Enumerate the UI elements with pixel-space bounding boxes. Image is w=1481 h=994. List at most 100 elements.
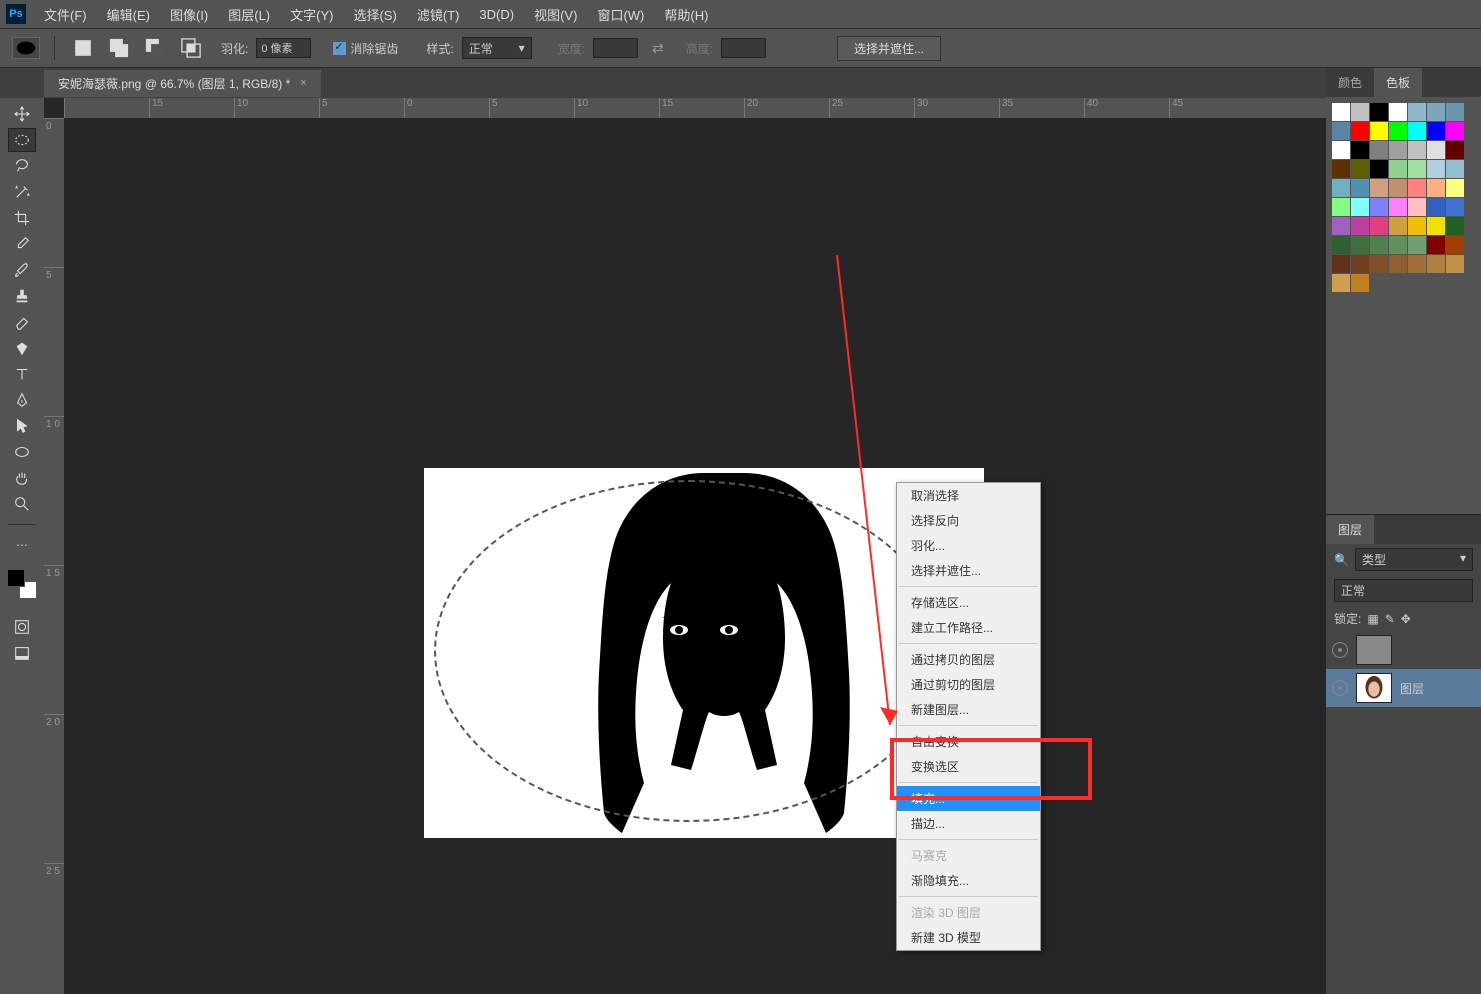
swatch[interactable] [1351, 198, 1369, 216]
swatch[interactable] [1408, 198, 1426, 216]
swatch[interactable] [1332, 236, 1350, 254]
zoom-tool[interactable] [8, 492, 36, 516]
screenmode-icon[interactable] [8, 641, 36, 665]
swatch[interactable] [1408, 179, 1426, 197]
swatch[interactable] [1427, 122, 1445, 140]
swatch[interactable] [1446, 255, 1464, 273]
swatch[interactable] [1427, 198, 1445, 216]
menu-3d[interactable]: 3D(D) [469, 3, 524, 26]
swatch[interactable] [1370, 122, 1388, 140]
brush-tool[interactable] [8, 258, 36, 282]
tab-color[interactable]: 颜色 [1326, 68, 1374, 97]
swatch[interactable] [1370, 103, 1388, 121]
pen-tool[interactable] [8, 388, 36, 412]
swatch[interactable] [1370, 179, 1388, 197]
menu-help[interactable]: 帮助(H) [654, 1, 718, 28]
select-mask-button[interactable]: 选择并遮住... [837, 36, 941, 61]
swatch[interactable] [1351, 217, 1369, 235]
ctx-free-transform[interactable]: 自由变换 [897, 729, 1040, 754]
swatch[interactable] [1408, 236, 1426, 254]
swatch[interactable] [1408, 255, 1426, 273]
swatch[interactable] [1351, 274, 1369, 292]
ctx-layer-cut[interactable]: 通过剪切的图层 [897, 672, 1040, 697]
selmode-add-icon[interactable] [105, 37, 133, 59]
swatch[interactable] [1446, 103, 1464, 121]
ctx-deselect[interactable]: 取消选择 [897, 483, 1040, 508]
feather-input[interactable] [256, 38, 311, 58]
swatch[interactable] [1446, 141, 1464, 159]
swatch[interactable] [1389, 255, 1407, 273]
tab-swatches[interactable]: 色板 [1374, 68, 1422, 97]
ctx-new-3d[interactable]: 新建 3D 模型 [897, 925, 1040, 950]
layer-row[interactable] [1326, 631, 1481, 669]
menu-filter[interactable]: 滤镜(T) [407, 1, 470, 28]
gradient-tool[interactable] [8, 336, 36, 360]
swatch[interactable] [1351, 160, 1369, 178]
ellipse-shape-tool[interactable] [8, 440, 36, 464]
marquee-ellipse-tool[interactable] [8, 128, 36, 152]
quickmask-icon[interactable] [8, 615, 36, 639]
ctx-save-sel[interactable]: 存储选区... [897, 590, 1040, 615]
swatch[interactable] [1332, 274, 1350, 292]
swatch[interactable] [1351, 179, 1369, 197]
swatch[interactable] [1351, 255, 1369, 273]
swatch[interactable] [1446, 198, 1464, 216]
crop-tool[interactable] [8, 206, 36, 230]
swatch[interactable] [1446, 236, 1464, 254]
swatch[interactable] [1389, 122, 1407, 140]
swatch[interactable] [1351, 141, 1369, 159]
visibility-icon[interactable] [1332, 642, 1348, 658]
close-icon[interactable]: × [300, 77, 306, 89]
swatch[interactable] [1408, 217, 1426, 235]
antialias-check[interactable]: 消除锯齿 [333, 40, 398, 57]
color-swatch[interactable] [7, 569, 37, 599]
menu-view[interactable]: 视图(V) [524, 1, 587, 28]
path-select-tool[interactable] [8, 414, 36, 438]
lasso-tool[interactable] [8, 154, 36, 178]
swatch[interactable] [1370, 198, 1388, 216]
magic-wand-tool[interactable] [8, 180, 36, 204]
menu-edit[interactable]: 编辑(E) [97, 1, 160, 28]
swatch[interactable] [1389, 236, 1407, 254]
menu-select[interactable]: 选择(S) [343, 1, 406, 28]
swatch[interactable] [1351, 103, 1369, 121]
selmode-intersect-icon[interactable] [177, 37, 205, 59]
swatch[interactable] [1408, 103, 1426, 121]
swatch[interactable] [1370, 255, 1388, 273]
swatch[interactable] [1332, 179, 1350, 197]
swatch[interactable] [1389, 217, 1407, 235]
lock-brush-icon[interactable]: ✎ [1385, 612, 1395, 626]
menu-type[interactable]: 文字(Y) [280, 1, 343, 28]
swatch[interactable] [1427, 141, 1445, 159]
layer-row[interactable]: 图层 [1326, 669, 1481, 707]
swatch[interactable] [1389, 179, 1407, 197]
lock-pixels-icon[interactable]: ▦ [1367, 612, 1378, 626]
swatch[interactable] [1446, 160, 1464, 178]
swatch[interactable] [1370, 236, 1388, 254]
tab-layers[interactable]: 图层 [1326, 515, 1374, 544]
swatch[interactable] [1446, 217, 1464, 235]
layer-filter-select[interactable]: 类型 ▾ [1355, 548, 1473, 571]
swatch[interactable] [1370, 217, 1388, 235]
swatch[interactable] [1370, 160, 1388, 178]
canvas-area[interactable]: 15105051015202530354045 051 01 52 02 5 [44, 98, 1326, 994]
type-tool[interactable] [8, 362, 36, 386]
stamp-tool[interactable] [8, 284, 36, 308]
visibility-icon[interactable] [1332, 680, 1348, 696]
swatch[interactable] [1427, 179, 1445, 197]
ctx-fade[interactable]: 渐隐填充... [897, 868, 1040, 893]
swatch[interactable] [1389, 160, 1407, 178]
move-tool[interactable] [8, 102, 36, 126]
swatch[interactable] [1446, 179, 1464, 197]
swatch[interactable] [1427, 160, 1445, 178]
eraser-tool[interactable] [8, 310, 36, 334]
document-tab[interactable]: 安妮海瑟薇.png @ 66.7% (图层 1, RGB/8) * × [44, 70, 321, 97]
swatch[interactable] [1332, 217, 1350, 235]
menu-window[interactable]: 窗口(W) [587, 1, 654, 28]
ctx-fill[interactable]: 填充... [897, 786, 1040, 811]
selmode-sub-icon[interactable] [141, 37, 169, 59]
swatch[interactable] [1332, 103, 1350, 121]
swatch[interactable] [1351, 122, 1369, 140]
ctx-make-path[interactable]: 建立工作路径... [897, 615, 1040, 640]
swatch[interactable] [1427, 236, 1445, 254]
